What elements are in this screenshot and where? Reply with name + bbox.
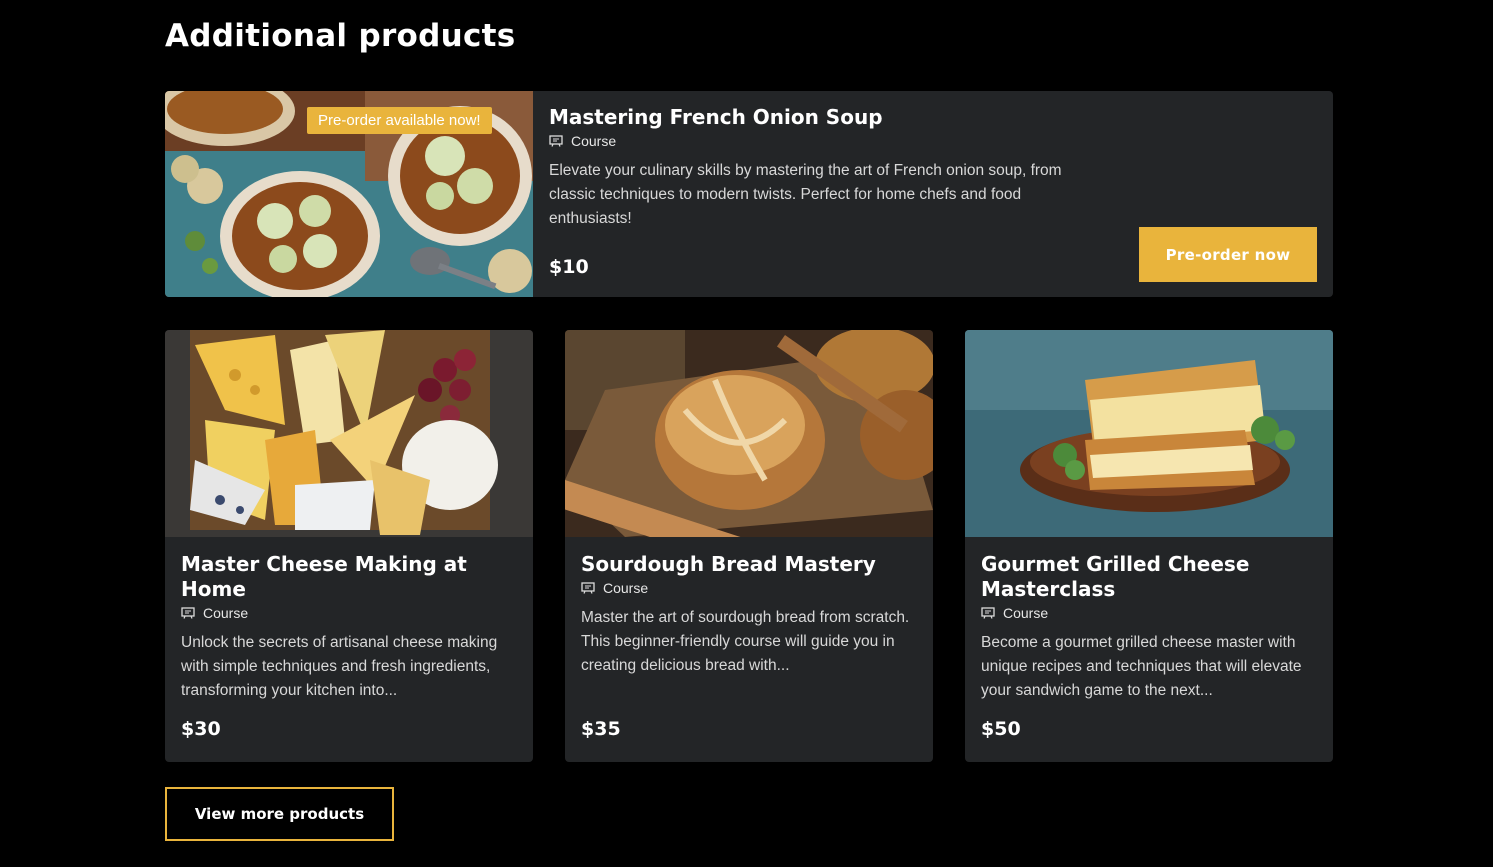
- product-type: Course: [549, 133, 1317, 149]
- course-icon: [581, 582, 595, 594]
- product-type: Course: [181, 605, 517, 621]
- product-description: Master the art of sourdough bread from s…: [581, 609, 910, 674]
- product-card[interactable]: Master Cheese Making at Home Course Unlo…: [165, 330, 533, 762]
- product-card[interactable]: Gourmet Grilled Cheese Masterclass Cours…: [965, 330, 1333, 762]
- product-type-label: Course: [203, 605, 249, 621]
- product-description: Unlock the secrets of artisanal cheese m…: [181, 634, 498, 699]
- soup-image[interactable]: Pre-order available now!: [165, 91, 533, 297]
- course-icon: [981, 607, 995, 619]
- preorder-button[interactable]: Pre-order now: [1139, 227, 1317, 282]
- course-icon: [181, 607, 195, 619]
- view-more-products-button[interactable]: View more products: [165, 787, 394, 841]
- product-price: $30: [181, 718, 221, 740]
- featured-title[interactable]: Mastering French Onion Soup: [549, 105, 1317, 130]
- product-price: $50: [981, 718, 1021, 740]
- featured-description: Elevate your culinary skills by masterin…: [549, 162, 1062, 227]
- product-type-label: Course: [1003, 605, 1049, 621]
- product-price: $35: [581, 718, 621, 740]
- product-type: Course: [581, 580, 917, 596]
- product-type-label: Course: [571, 133, 617, 149]
- product-type: Course: [981, 605, 1317, 621]
- bread-image[interactable]: [565, 330, 933, 537]
- section-title: Additional products: [165, 18, 516, 54]
- preorder-badge: Pre-order available now!: [307, 107, 492, 134]
- product-title[interactable]: Sourdough Bread Mastery: [581, 552, 917, 577]
- product-title[interactable]: Master Cheese Making at Home: [181, 552, 517, 602]
- product-type-label: Course: [603, 580, 649, 596]
- product-card[interactable]: Sourdough Bread Mastery Course Master th…: [565, 330, 933, 762]
- featured-product-card[interactable]: Pre-order available now! Mastering Frenc…: [165, 91, 1333, 297]
- featured-price: $10: [549, 256, 589, 278]
- course-icon: [549, 135, 563, 147]
- product-title[interactable]: Gourmet Grilled Cheese Masterclass: [981, 552, 1317, 602]
- cheese-board-image[interactable]: [165, 330, 533, 537]
- product-description: Become a gourmet grilled cheese master w…: [981, 634, 1302, 699]
- grilled-cheese-image[interactable]: [965, 330, 1333, 537]
